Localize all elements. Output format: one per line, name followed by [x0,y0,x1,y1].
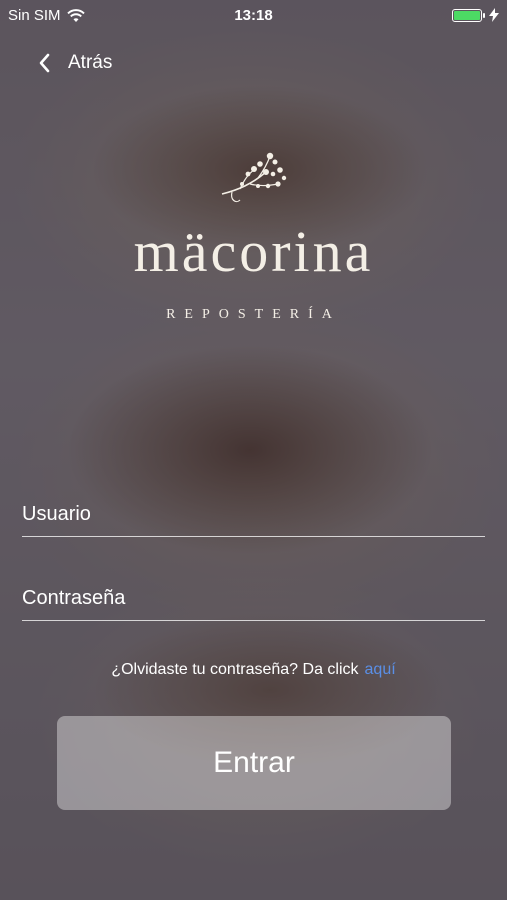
forgot-password-text: ¿Olvidaste tu contraseña? Da click [111,661,359,678]
battery-fill [454,10,480,20]
flower-branch-icon [221,152,287,203]
forgot-password-row: ¿Olvidaste tu contraseña? Da click aquí [0,661,507,679]
username-field-container [22,492,485,537]
status-bar: Sin SIM 13:18 [0,0,507,30]
back-label: Atrás [68,52,113,73]
back-button[interactable]: Atrás [38,52,112,74]
brand-subtitle: REPOSTERÍA [166,307,341,322]
username-input[interactable] [22,492,485,536]
login-screen: Sin SIM 13:18 Atrás mäcorina REPOSTERÍA … [0,0,507,900]
battery-icon [452,8,482,22]
password-field-container [22,576,485,621]
charging-bolt-icon [489,8,499,22]
chevron-left-icon [39,53,50,73]
login-button[interactable]: Entrar [57,716,451,810]
password-input[interactable] [22,576,485,620]
battery-tip [483,12,485,18]
brand-name: mäcorina [133,219,374,284]
forgot-password-link[interactable]: aquí [365,661,396,678]
battery-indicator [452,8,499,22]
clock: 13:18 [234,7,273,24]
